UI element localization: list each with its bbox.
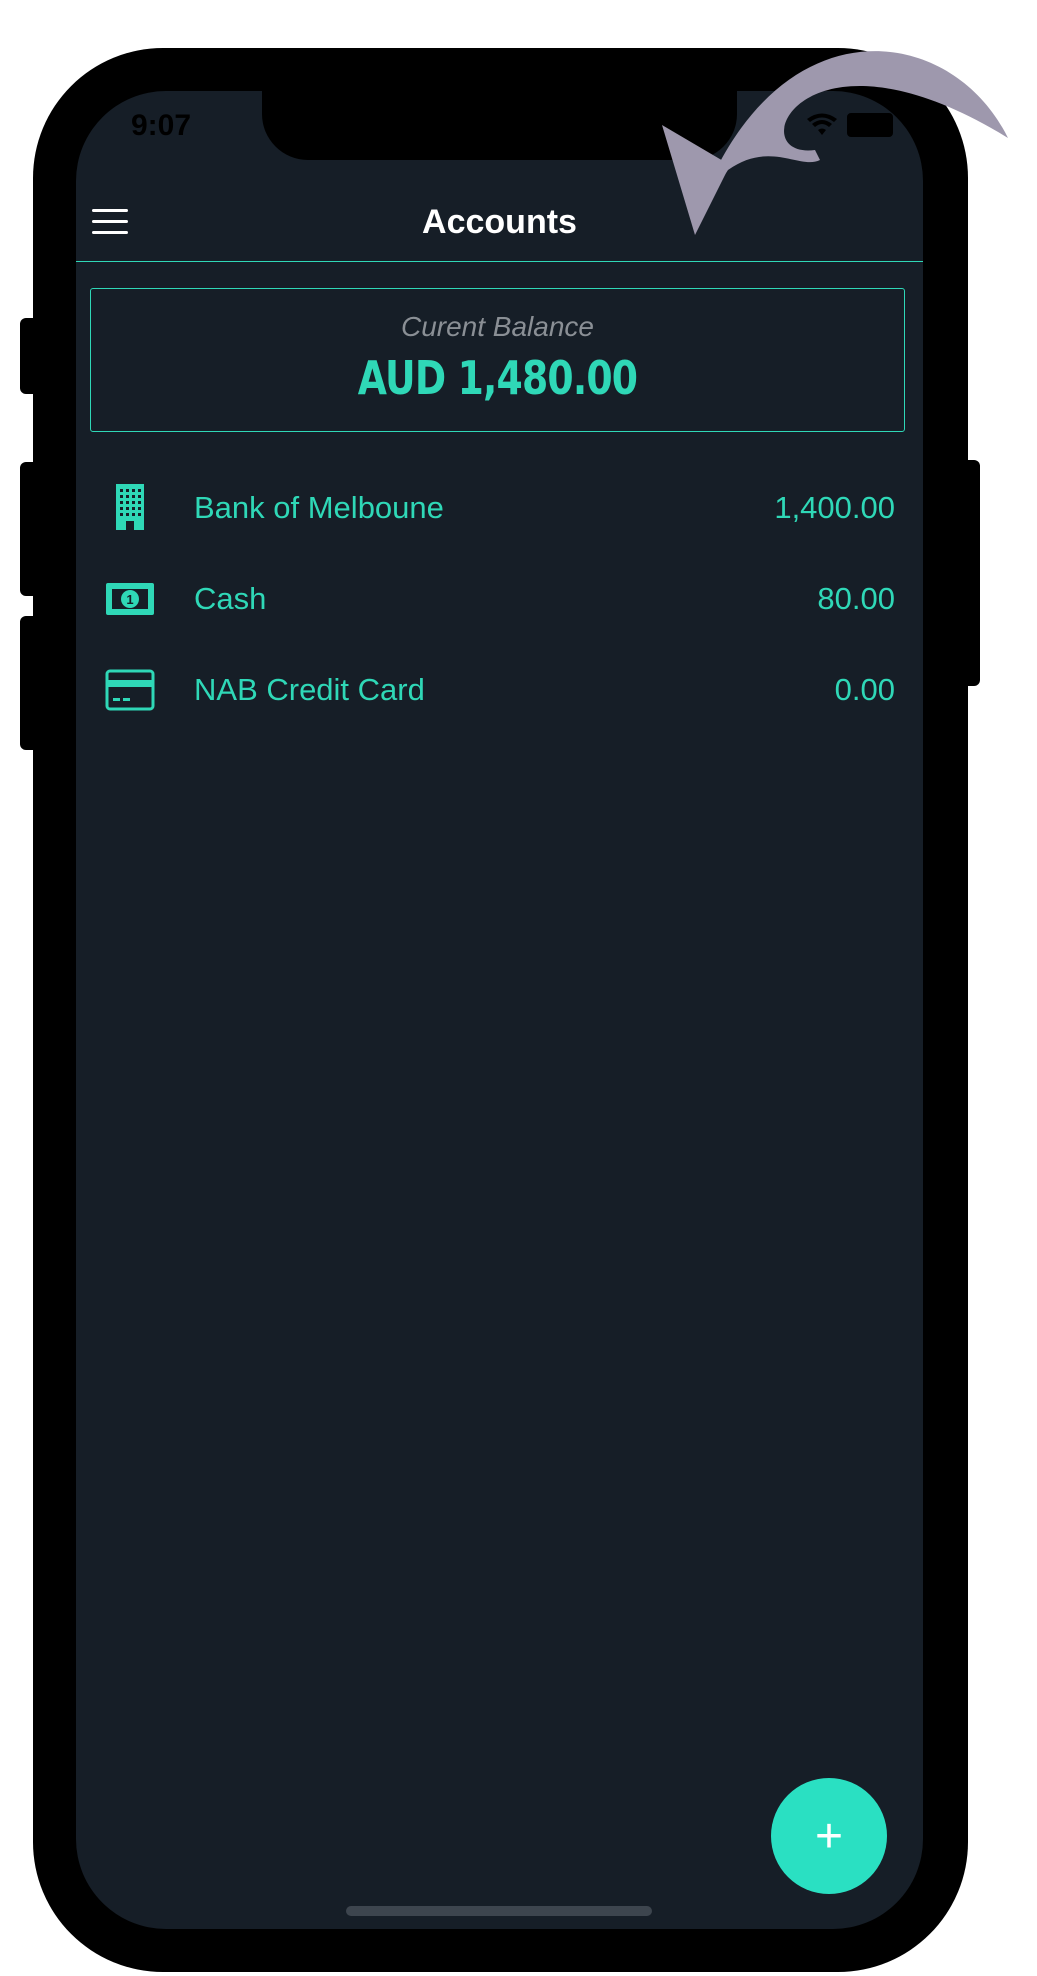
bank-building-icon: [116, 484, 144, 530]
account-row[interactable]: NAB Credit Card 0.00: [76, 652, 923, 732]
app-screen: 9:07 Accounts Curent Balance AUD 1,480.0…: [76, 91, 923, 1929]
phone-power-button: [960, 460, 980, 686]
status-time: 9:07: [131, 109, 192, 142]
cash-icon: 1: [106, 583, 154, 615]
account-row[interactable]: 1 Cash 80.00: [76, 561, 923, 641]
account-name: Cash: [194, 581, 267, 616]
balance-card: Curent Balance AUD 1,480.00: [90, 288, 905, 432]
balance-label: Curent Balance: [400, 311, 594, 342]
annotation-arrow-icon: [662, 51, 1008, 235]
phone-volume-down: [20, 616, 40, 750]
credit-card-icon: [105, 669, 155, 711]
phone-volume-up: [20, 462, 40, 596]
svg-text:1: 1: [126, 592, 133, 607]
account-name: NAB Credit Card: [194, 672, 425, 707]
account-amount: 0.00: [834, 672, 895, 707]
account-amount: 1,400.00: [774, 490, 895, 525]
account-name: Bank of Melboune: [194, 490, 444, 525]
account-row[interactable]: Bank of Melboune 1,400.00: [76, 470, 923, 550]
account-amount: 80.00: [817, 581, 895, 616]
home-indicator: [346, 1906, 652, 1916]
phone-side-button: [20, 318, 40, 394]
balance-value: AUD 1,480.00: [357, 351, 638, 405]
add-account-button[interactable]: +: [771, 1778, 887, 1894]
